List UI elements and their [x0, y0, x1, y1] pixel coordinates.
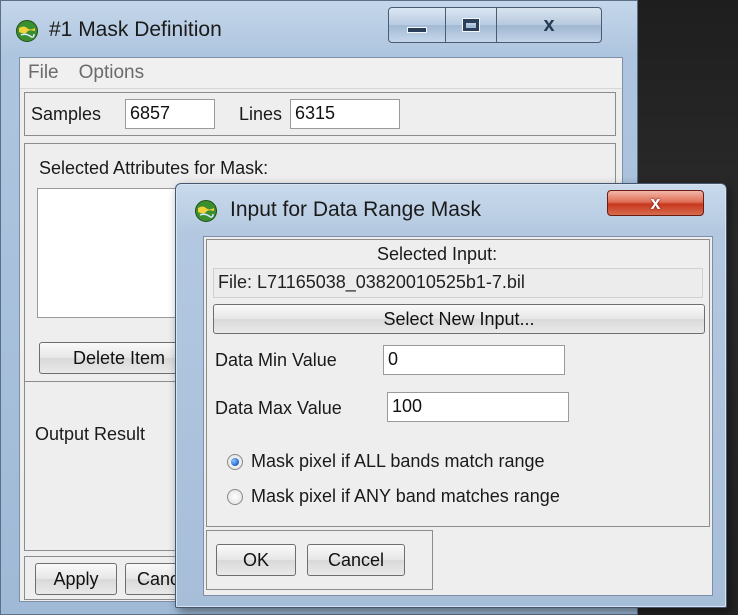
radio-checked-icon[interactable]	[227, 453, 243, 470]
apply-button[interactable]: Apply	[35, 563, 117, 595]
globe-icon	[195, 200, 217, 222]
window-title: #1 Mask Definition	[49, 18, 222, 41]
dialog-button-panel: OK Cancel	[206, 530, 433, 590]
data-min-input[interactable]: 0	[383, 345, 565, 375]
globe-icon	[16, 20, 38, 42]
radio-any-band[interactable]: Mask pixel if ANY band matches range	[227, 486, 560, 507]
samples-field[interactable]: 6857	[125, 99, 215, 129]
output-result-label: Output Result	[35, 424, 146, 444]
lines-field[interactable]: 6315	[290, 99, 400, 129]
maximize-button[interactable]	[445, 7, 497, 43]
selected-file-field: File: L71165038_03820010525b1-7.bil	[213, 268, 703, 298]
minimize-icon	[407, 27, 427, 33]
input-panel: Selected Input: File: L71165038_03820010…	[206, 239, 710, 527]
data-max-input[interactable]: 100	[387, 392, 569, 422]
dimensions-panel: Samples 6857 Lines 6315	[24, 92, 616, 136]
title-bar[interactable]: #1 Mask Definition x	[1, 1, 637, 57]
close-button[interactable]: x	[496, 7, 602, 43]
data-range-mask-dialog: Input for Data Range Mask x Selected Inp…	[175, 183, 727, 608]
dialog-title: Input for Data Range Mask	[230, 198, 481, 221]
dialog-client-area: Selected Input: File: L71165038_03820010…	[203, 236, 713, 596]
lines-label: Lines	[239, 104, 283, 124]
close-icon: x	[543, 13, 555, 36]
select-new-input-button[interactable]: Select New Input...	[213, 304, 705, 334]
close-icon: x	[650, 192, 661, 213]
minimize-button[interactable]	[388, 7, 446, 43]
ok-button[interactable]: OK	[216, 544, 296, 576]
radio-any-band-label: Mask pixel if ANY band matches range	[251, 486, 560, 506]
maximize-icon	[463, 19, 479, 31]
radio-unchecked-icon[interactable]	[227, 488, 243, 505]
menu-bar: File Options	[20, 58, 622, 89]
cancel-button[interactable]: Cancel	[307, 544, 405, 576]
samples-label: Samples	[31, 104, 102, 124]
menu-options[interactable]: Options	[77, 60, 146, 86]
selected-input-label: Selected Input:	[377, 244, 498, 264]
data-min-label: Data Min Value	[215, 350, 337, 370]
dialog-close-button[interactable]: x	[607, 190, 704, 216]
radio-all-bands[interactable]: Mask pixel if ALL bands match range	[227, 451, 545, 472]
attributes-label: Selected Attributes for Mask:	[39, 158, 269, 178]
data-max-label: Data Max Value	[215, 398, 342, 418]
radio-all-bands-label: Mask pixel if ALL bands match range	[251, 451, 545, 471]
menu-file[interactable]: File	[26, 60, 61, 86]
